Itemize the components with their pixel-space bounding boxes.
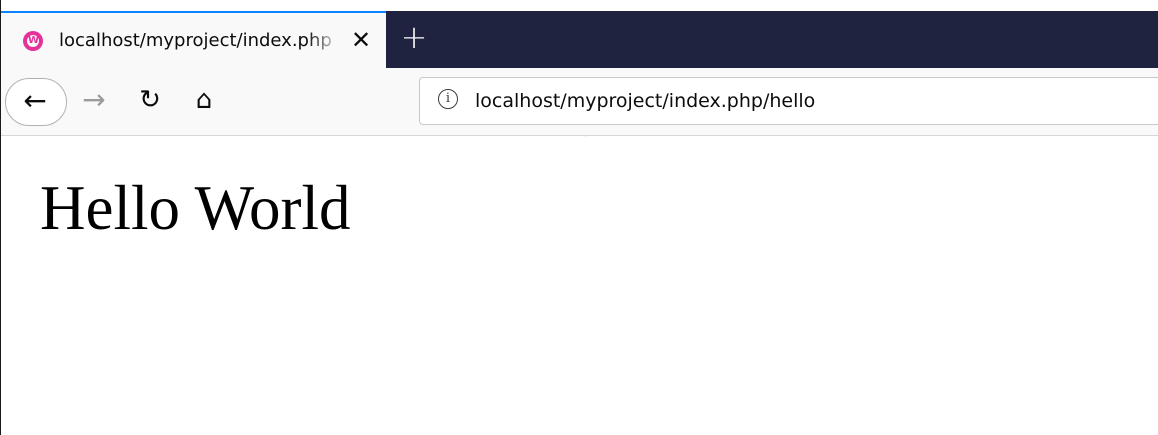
home-button[interactable]: ⌂ (188, 83, 220, 119)
page-content: Hello World (1, 137, 1158, 435)
page-heading: Hello World (40, 173, 351, 243)
navigation-toolbar: ← → ↻ ⌂ i localhost/myproject/index.php/… (1, 68, 1158, 136)
browser-window: W localhost/myproject/index.php ✕ + ← → … (0, 0, 1158, 435)
wampserver-favicon-icon: W (23, 31, 43, 51)
url-text[interactable]: localhost/myproject/index.php/hello (475, 89, 815, 113)
forward-button[interactable]: → (79, 83, 109, 119)
tab-strip: W localhost/myproject/index.php ✕ + (1, 0, 1158, 68)
site-info-icon[interactable]: i (438, 89, 458, 109)
back-arrow-icon: ← (23, 84, 47, 117)
title-bar-gap (1, 0, 1158, 11)
reload-button[interactable]: ↻ (135, 83, 165, 119)
tab-close-icon[interactable]: ✕ (348, 27, 374, 53)
back-button[interactable]: ← (5, 78, 67, 126)
address-bar[interactable]: i localhost/myproject/index.php/hello (419, 77, 1158, 125)
tab-active[interactable]: W localhost/myproject/index.php ✕ (1, 11, 386, 68)
favicon-letter: W (28, 35, 40, 46)
new-tab-button[interactable]: + (399, 20, 429, 54)
tab-title: localhost/myproject/index.php (59, 30, 332, 51)
